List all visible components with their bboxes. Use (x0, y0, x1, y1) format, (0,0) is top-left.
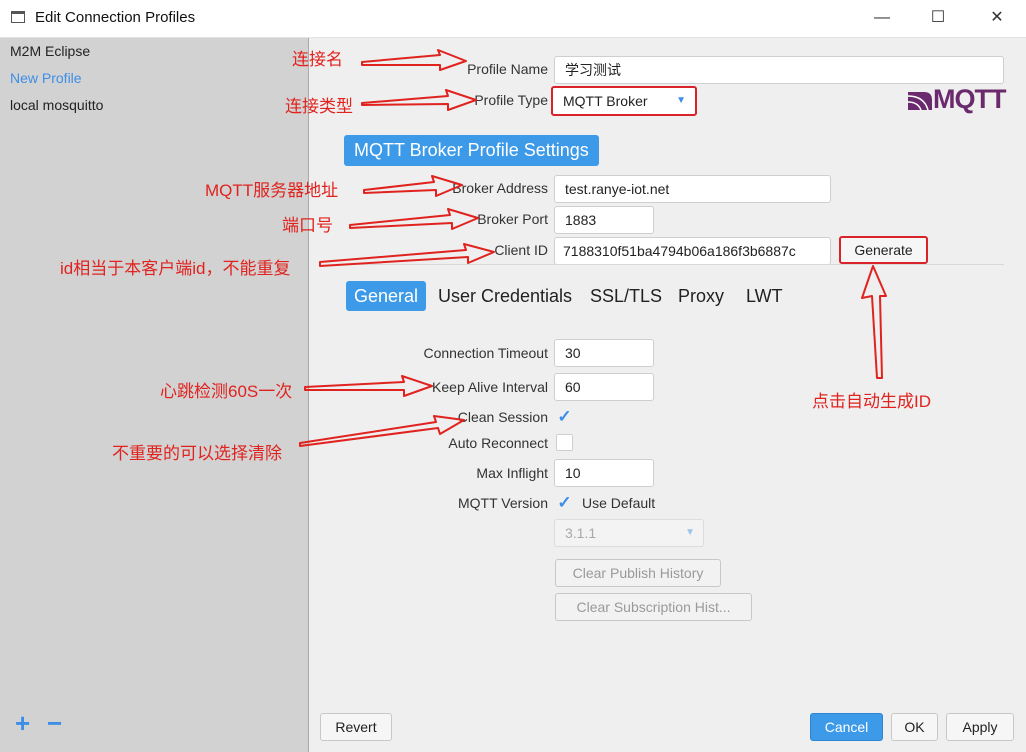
arrow-broker-address (363, 175, 463, 197)
arrow-client-id (319, 243, 495, 267)
arrow-profile-name (361, 49, 467, 71)
arrow-keep-alive (304, 375, 433, 397)
arrow-profile-type (361, 89, 477, 111)
annotation-arrows (299, 49, 887, 447)
arrow-generate (861, 265, 887, 379)
arrow-broker-port (349, 208, 479, 230)
arrow-clean-session (299, 415, 465, 447)
